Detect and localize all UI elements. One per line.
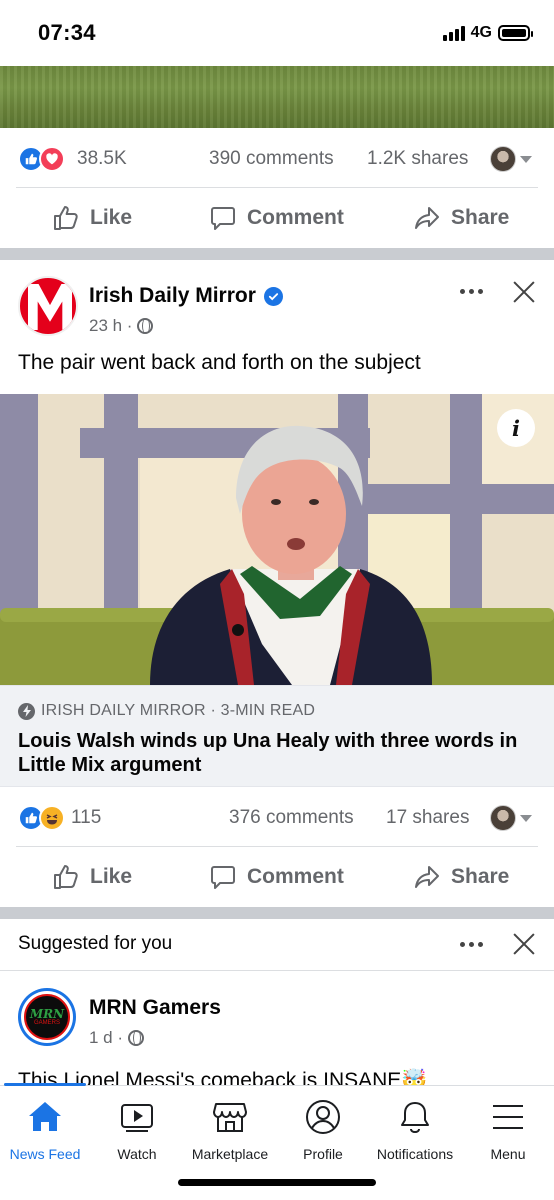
menu-icon [493, 1105, 523, 1129]
reaction-icons[interactable] [18, 146, 65, 172]
avatar [490, 146, 516, 172]
like-label: Like [90, 206, 133, 229]
post-text: The pair went back and forth on the subj… [18, 351, 421, 374]
reaction-identity-picker[interactable] [490, 805, 532, 831]
suggested-label: Suggested for you [18, 933, 173, 954]
more-options-button[interactable] [456, 276, 486, 306]
post1-reactions-row: 38.5K 390 comments 1.2K shares [0, 130, 554, 188]
info-icon[interactable]: i [497, 409, 535, 447]
battery-icon [498, 25, 533, 41]
comments-count[interactable]: 376 comments [229, 807, 354, 829]
tab-watch[interactable]: Watch [91, 1098, 183, 1162]
tab-label: Notifications [376, 1146, 454, 1162]
article-image[interactable] [0, 394, 554, 685]
share-label: Share [451, 206, 510, 229]
tab-label: News Feed [9, 1146, 81, 1162]
bell-icon [401, 1102, 429, 1134]
link-preview[interactable]: IRISH DAILY MIRROR · 3-MIN READ Louis Wa… [0, 685, 554, 787]
feed-separator [0, 907, 554, 919]
close-icon[interactable] [509, 277, 539, 307]
haha-reaction-icon [39, 805, 65, 831]
chevron-down-icon [520, 814, 532, 822]
post-media-remnant[interactable] [0, 66, 554, 128]
reaction-icons[interactable] [18, 805, 65, 831]
page-name[interactable]: MRN Gamers [89, 996, 221, 1020]
divider [0, 970, 554, 971]
like-button[interactable]: Like [52, 847, 132, 907]
post-time[interactable]: 23 h · [89, 316, 132, 336]
person-photo [0, 394, 554, 685]
shares-count[interactable]: 1.2K shares [367, 148, 468, 170]
share-icon [415, 866, 439, 888]
comment-label: Comment [247, 865, 344, 888]
tab-profile[interactable]: Profile [277, 1098, 369, 1162]
page-name-text: Irish Daily Mirror [89, 284, 256, 307]
love-reaction-icon [39, 146, 65, 172]
reaction-count[interactable]: 38.5K [77, 148, 127, 170]
globe-icon [137, 318, 154, 334]
page-name-text: MRN Gamers [89, 996, 221, 1019]
share-icon [415, 207, 439, 229]
link-source-text: IRISH DAILY MIRROR · 3-MIN READ [41, 702, 316, 719]
status-bar: 07:34 4G [0, 0, 554, 66]
mirror-logo-icon [28, 284, 72, 330]
instant-article-bolt-icon [18, 702, 35, 720]
tab-label: Profile [303, 1146, 343, 1162]
watch-icon [121, 1104, 153, 1132]
avatar [490, 805, 516, 831]
link-source: IRISH DAILY MIRROR · 3-MIN READ [18, 702, 315, 720]
mrn-gamers-logo-icon: MRN GAMERS [24, 994, 70, 1040]
page-avatar[interactable] [18, 276, 78, 336]
tab-notifications[interactable]: Notifications [369, 1098, 461, 1162]
network-type: 4G [470, 24, 492, 41]
share-button[interactable]: Share [413, 188, 509, 248]
comment-icon [211, 207, 235, 230]
post-meta: 23 h · [89, 316, 154, 336]
marketplace-icon [213, 1103, 247, 1132]
globe-icon [128, 1030, 145, 1046]
status-time: 07:34 [38, 20, 96, 45]
tab-label: Watch [117, 1146, 157, 1162]
comments-count[interactable]: 390 comments [209, 148, 334, 170]
more-options-button[interactable] [456, 929, 486, 959]
post2-actions: Like Comment Share [0, 847, 554, 907]
signal-icon [442, 25, 465, 41]
tab-news-feed[interactable]: News Feed [0, 1098, 91, 1162]
comment-label: Comment [247, 206, 344, 229]
home-icon [29, 1102, 61, 1131]
status-indicators: 4G [442, 24, 533, 42]
post2-reactions-row: 115 376 comments 17 shares [0, 789, 554, 847]
home-indicator[interactable] [178, 1179, 376, 1186]
profile-icon [306, 1100, 340, 1134]
reaction-count[interactable]: 115 [71, 807, 101, 829]
chevron-down-icon [520, 155, 532, 163]
share-button[interactable]: Share [413, 847, 509, 907]
shares-count[interactable]: 17 shares [386, 807, 469, 829]
reaction-identity-picker[interactable] [490, 146, 532, 172]
feed-separator [0, 248, 554, 260]
page-name[interactable]: Irish Daily Mirror [89, 284, 283, 308]
page-avatar[interactable]: MRN GAMERS [18, 988, 76, 1046]
post-text: This Lionel Messi's comeback is INSANE🤯 [18, 1069, 428, 1085]
active-tab-indicator [4, 1083, 86, 1086]
tab-label: Marketplace [191, 1146, 269, 1162]
post-meta: 1 d · [89, 1028, 145, 1048]
post-time[interactable]: 1 d · [89, 1028, 123, 1048]
comment-button[interactable]: Comment [209, 188, 344, 248]
like-label: Like [90, 865, 133, 888]
tab-menu[interactable]: Menu [462, 1098, 554, 1162]
post2-header: Irish Daily Mirror 23 h · The pair went … [0, 260, 554, 394]
link-title: Louis Walsh winds up Una Healy with thre… [18, 730, 518, 776]
close-icon[interactable] [509, 929, 539, 959]
like-button[interactable]: Like [52, 188, 132, 248]
tab-marketplace[interactable]: Marketplace [184, 1098, 276, 1162]
verified-badge-icon [263, 286, 283, 306]
share-label: Share [451, 865, 510, 888]
thumbs-up-icon [54, 865, 78, 889]
thumbs-up-icon [54, 206, 78, 230]
comment-icon [211, 866, 235, 889]
tab-label: Menu [490, 1146, 526, 1162]
comment-button[interactable]: Comment [209, 847, 344, 907]
post1-actions: Like Comment Share [0, 188, 554, 248]
